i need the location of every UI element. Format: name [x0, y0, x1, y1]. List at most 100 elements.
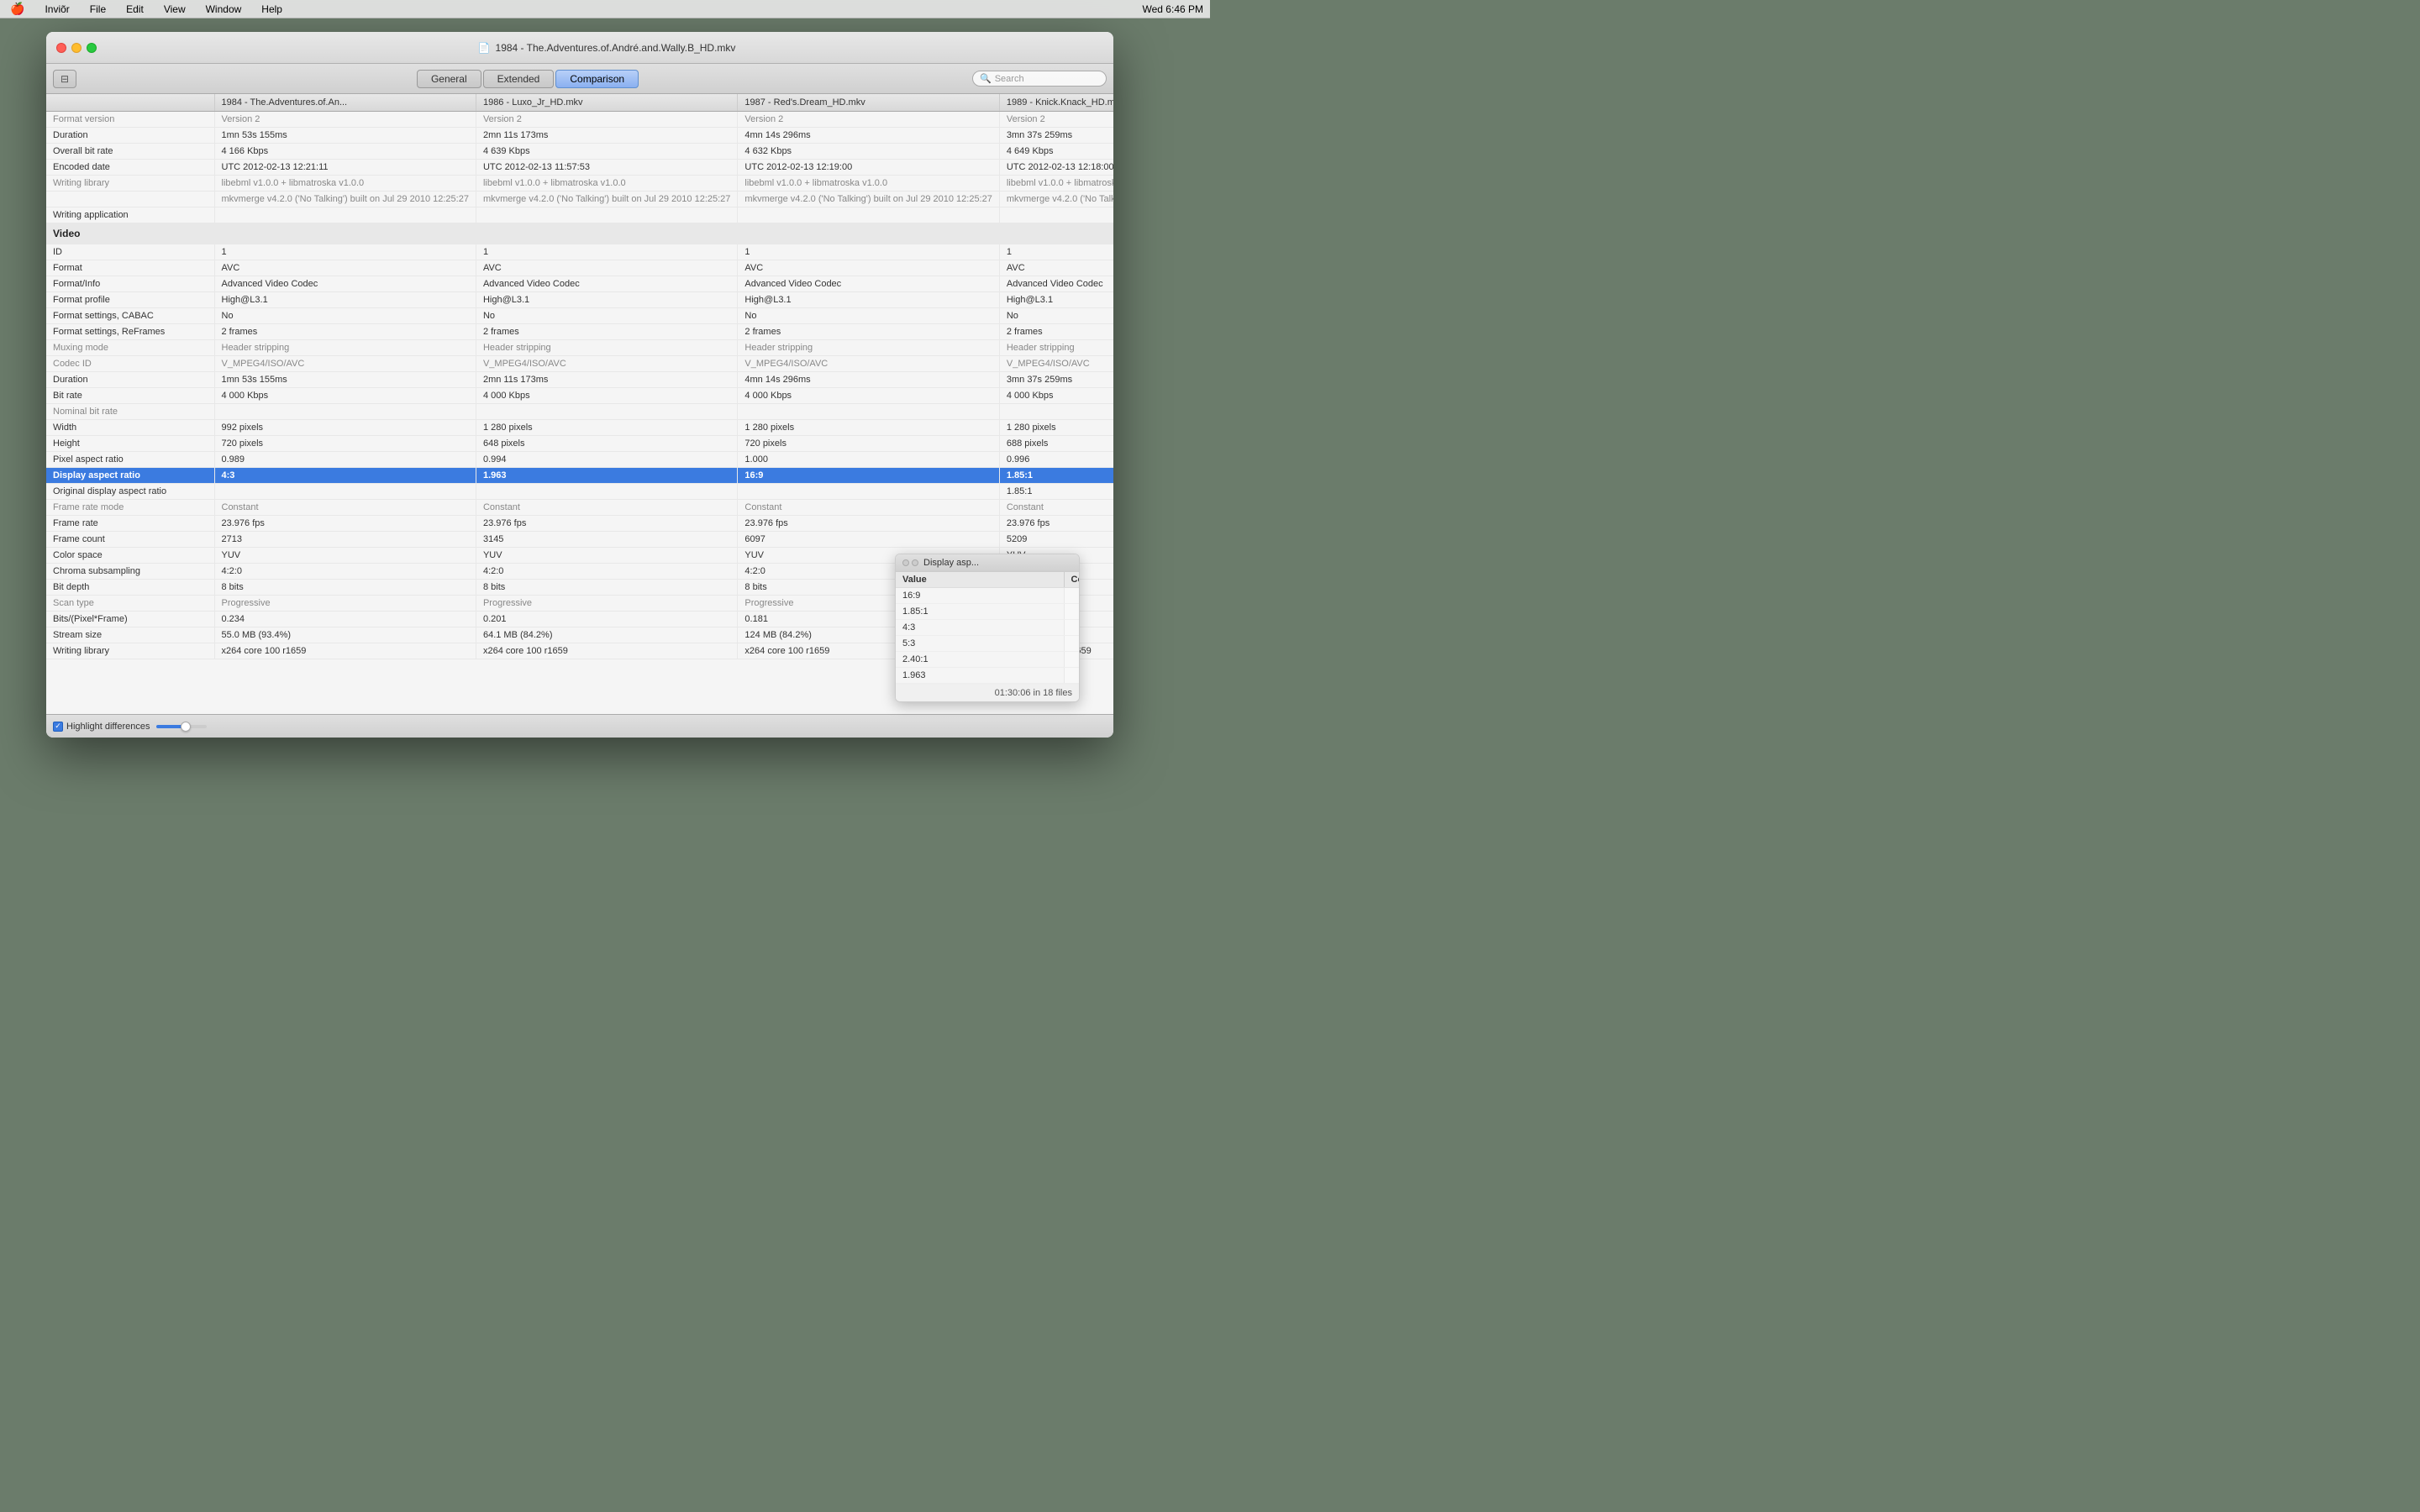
table-row: Width992 pixels1 280 pixels1 280 pixels1…	[46, 420, 1113, 436]
row-label	[46, 192, 214, 207]
row-value: Advanced Video Codec	[214, 276, 476, 292]
table-row: Nominal bit rate	[46, 404, 1113, 420]
row-value: High@L3.1	[999, 292, 1113, 308]
row-label: Format version	[46, 112, 214, 128]
row-value: Version 2	[999, 112, 1113, 128]
highlight-differences-toggle[interactable]: Highlight differences	[53, 722, 150, 732]
popup-row: 2.40:12	[896, 652, 1080, 668]
row-value: 1mn 53s 155ms	[214, 128, 476, 144]
popup-dots	[902, 559, 918, 566]
col-header-2: 1986 - Luxo_Jr_HD.mkv	[476, 94, 737, 112]
row-value: 64.1 MB (84.2%)	[476, 627, 737, 643]
row-value: 4 000 Kbps	[476, 388, 737, 404]
menu-view[interactable]: View	[160, 3, 189, 15]
tab-bar: General Extended Comparison	[87, 70, 969, 88]
row-value: Header stripping	[214, 340, 476, 356]
table-row: Duration1mn 53s 155ms2mn 11s 173ms4mn 14…	[46, 128, 1113, 144]
row-value: Header stripping	[738, 340, 999, 356]
toolbar: ⊟ General Extended Comparison 🔍 Search	[46, 64, 1113, 94]
row-value: High@L3.1	[738, 292, 999, 308]
row-label: Color space	[46, 548, 214, 564]
popup-title: Display asp...	[923, 558, 979, 568]
row-value: Constant	[738, 500, 999, 516]
table-row: Video	[46, 223, 1113, 244]
row-value: 992 pixels	[214, 420, 476, 436]
search-icon: 🔍	[980, 73, 992, 84]
table-row: Display aspect ratio4:31.96316:91.85:15:…	[46, 468, 1113, 484]
row-label: Stream size	[46, 627, 214, 643]
row-label: Display aspect ratio	[46, 468, 214, 484]
popup-row: 5:32	[896, 636, 1080, 652]
table-row: Format versionVersion 2Version 2Version …	[46, 112, 1113, 128]
apple-menu[interactable]: 🍎	[7, 2, 28, 16]
row-value: 4 649 Kbps	[999, 144, 1113, 160]
row-value: 688 pixels	[999, 436, 1113, 452]
row-label: Pixel aspect ratio	[46, 452, 214, 468]
popup-row: 4:32	[896, 620, 1080, 636]
row-value: 23.976 fps	[214, 516, 476, 532]
tab-extended[interactable]: Extended	[483, 70, 555, 88]
popup-row-value: 16:9	[896, 588, 1064, 604]
row-value: 1	[476, 244, 737, 260]
table-row: Writing application	[46, 207, 1113, 223]
row-value: 1	[999, 244, 1113, 260]
row-value: V_MPEG4/ISO/AVC	[738, 356, 999, 372]
row-label: Video	[46, 223, 214, 244]
bottom-bar: Highlight differences	[46, 714, 1113, 738]
col-header-property	[46, 94, 214, 112]
popup-row-count: 1	[1064, 668, 1080, 684]
table-row: Pixel aspect ratio0.9890.9941.0000.9960.…	[46, 452, 1113, 468]
row-value: 1 280 pixels	[476, 420, 737, 436]
row-value: 4:2:0	[214, 564, 476, 580]
table-row: Codec IDV_MPEG4/ISO/AVCV_MPEG4/ISO/AVCV_…	[46, 356, 1113, 372]
menu-window[interactable]: Window	[203, 3, 245, 15]
popup-row-count: 4	[1064, 604, 1080, 620]
menu-help[interactable]: Help	[258, 3, 286, 15]
row-value: 1 280 pixels	[738, 420, 999, 436]
menu-file[interactable]: File	[87, 3, 109, 15]
slider-track[interactable]	[156, 725, 207, 728]
tab-comparison[interactable]: Comparison	[555, 70, 639, 88]
row-value: AVC	[999, 260, 1113, 276]
row-value: mkvmerge v4.2.0 ('No Talking') built on …	[476, 192, 737, 207]
tab-general[interactable]: General	[417, 70, 481, 88]
menu-edit[interactable]: Edit	[123, 3, 147, 15]
row-value: libebml v1.0.0 + libmatroska v1.0.0	[476, 176, 737, 192]
maximize-button[interactable]	[87, 43, 97, 53]
row-label: Height	[46, 436, 214, 452]
row-value	[738, 404, 999, 420]
row-label: Format settings, CABAC	[46, 308, 214, 324]
row-value	[476, 484, 737, 500]
row-value: 2 frames	[214, 324, 476, 340]
row-value: 4:3	[214, 468, 476, 484]
row-value: 5209	[999, 532, 1113, 548]
window-title-area: 📄 1984 - The.Adventures.of.André.and.Wal…	[110, 42, 1103, 54]
row-value: 3mn 37s 259ms	[999, 128, 1113, 144]
table-row: Encoded dateUTC 2012-02-13 12:21:11UTC 2…	[46, 160, 1113, 176]
row-label: Writing library	[46, 176, 214, 192]
row-value: No	[999, 308, 1113, 324]
row-value: 23.976 fps	[738, 516, 999, 532]
minimize-button[interactable]	[71, 43, 82, 53]
row-value	[999, 223, 1113, 244]
row-value	[738, 223, 999, 244]
row-value: 0.234	[214, 612, 476, 627]
row-value: Advanced Video Codec	[999, 276, 1113, 292]
highlight-checkbox[interactable]	[53, 722, 63, 732]
search-box[interactable]: 🔍 Search	[972, 71, 1107, 87]
row-value: 1	[738, 244, 999, 260]
popup-col-value: Value	[896, 572, 1064, 588]
row-value: Constant	[214, 500, 476, 516]
table-row: Original display aspect ratio1.85:1	[46, 484, 1113, 500]
close-button[interactable]	[56, 43, 66, 53]
sidebar-toggle-button[interactable]: ⊟	[53, 70, 76, 88]
menu-invioir[interactable]: Inviõr	[41, 3, 72, 15]
row-label: Codec ID	[46, 356, 214, 372]
table-row: Writing library libebml v1.0.0 + libmatro…	[46, 176, 1113, 192]
col-header-1: 1984 - The.Adventures.of.An...	[214, 94, 476, 112]
slider-thumb[interactable]	[181, 722, 191, 732]
row-value	[999, 404, 1113, 420]
table-row: Overall bit rate4 166 Kbps4 639 Kbps4 63…	[46, 144, 1113, 160]
row-value: 1.000	[738, 452, 999, 468]
row-value: 1.85:1	[999, 468, 1113, 484]
